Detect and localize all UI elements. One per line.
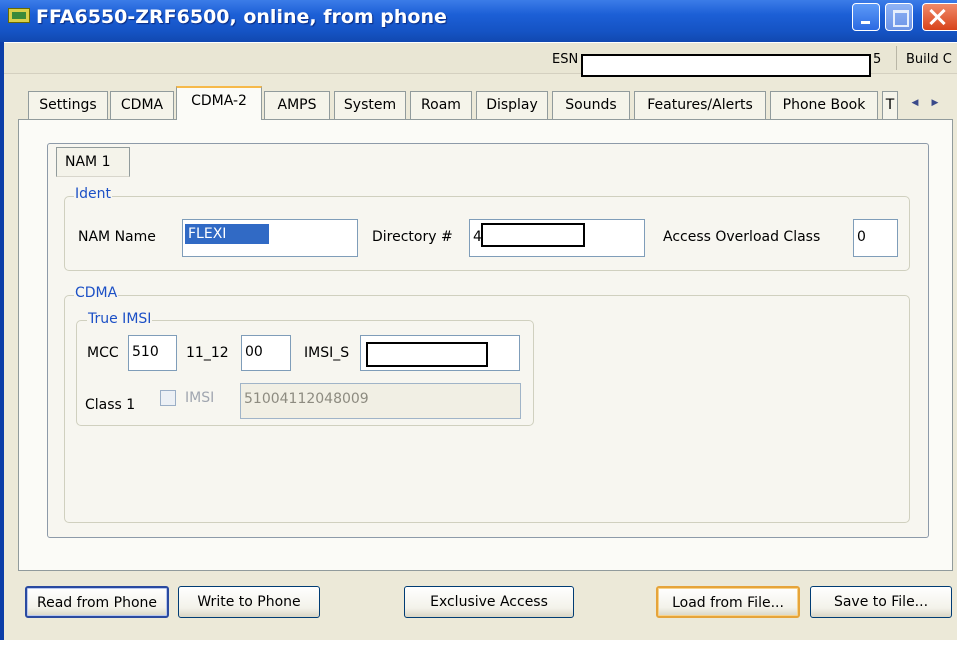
mnc-label: 11_12 — [186, 345, 229, 361]
read-from-phone-button[interactable]: Read from Phone — [25, 586, 169, 618]
class1-label: Class 1 — [85, 397, 136, 413]
minimize-button[interactable] — [852, 3, 880, 31]
tab-truncated[interactable]: T — [882, 91, 898, 119]
access-overload-class-label: Access Overload Class — [663, 229, 821, 245]
access-overload-class-field[interactable]: 0 — [853, 219, 898, 257]
nam-name-value: FLEXI — [185, 224, 269, 244]
build-label: Build C — [906, 52, 952, 67]
mcc-field[interactable]: 510 — [128, 335, 177, 371]
imsi-checkbox[interactable] — [160, 390, 176, 406]
tab-sounds[interactable]: Sounds — [552, 91, 630, 119]
tab-phone-book[interactable]: Phone Book — [770, 91, 878, 119]
esn-value-redacted — [581, 54, 871, 77]
nam-name-field[interactable]: FLEXI — [182, 219, 358, 257]
bottom-edge — [0, 640, 957, 657]
tab-amps[interactable]: AMPS — [264, 91, 330, 119]
esn-suffix: 5 — [873, 52, 882, 67]
write-to-phone-button[interactable]: Write to Phone — [178, 586, 320, 618]
tab-roam[interactable]: Roam — [410, 91, 472, 119]
tab-cdma[interactable]: CDMA — [110, 91, 174, 119]
true-imsi-group-title: True IMSI — [87, 311, 153, 327]
tab-settings[interactable]: Settings — [28, 91, 108, 119]
tab-system[interactable]: System — [334, 91, 406, 119]
imsi-checkbox-label: IMSI — [185, 390, 215, 406]
nam-name-label: NAM Name — [78, 229, 156, 245]
ident-group-title: Ident — [74, 186, 112, 202]
tab-scroll-left-icon[interactable]: ◀ — [906, 92, 924, 114]
tab-display[interactable]: Display — [476, 91, 548, 119]
directory-redacted — [481, 223, 585, 247]
tab-cdma-2[interactable]: CDMA-2 — [176, 86, 262, 120]
maximize-button — [885, 3, 913, 31]
tab-scroll-right-icon[interactable]: ▶ — [926, 92, 944, 114]
load-from-file-button[interactable]: Load from File... — [656, 586, 800, 618]
nam-tab[interactable]: NAM 1 — [56, 147, 130, 177]
esn-label: ESN — [552, 52, 579, 67]
exclusive-access-button[interactable]: Exclusive Access — [404, 586, 574, 618]
app-icon — [8, 8, 30, 23]
directory-label: Directory # — [372, 229, 453, 245]
status-divider — [896, 46, 897, 70]
tab-features-alerts[interactable]: Features/Alerts — [634, 91, 766, 119]
cdma-group-title: CDMA — [74, 285, 119, 301]
imsi-field: 51004112048009 — [240, 383, 521, 419]
mcc-label: MCC — [87, 345, 119, 361]
imsi-s-redacted — [366, 342, 488, 367]
window-title: FFA6550-ZRF6500, online, from phone — [36, 6, 447, 28]
save-to-file-button[interactable]: Save to File... — [810, 586, 952, 618]
mnc-field[interactable]: 00 — [241, 335, 291, 371]
close-button[interactable] — [922, 3, 957, 31]
imsi-s-label: IMSI_S — [304, 345, 350, 361]
